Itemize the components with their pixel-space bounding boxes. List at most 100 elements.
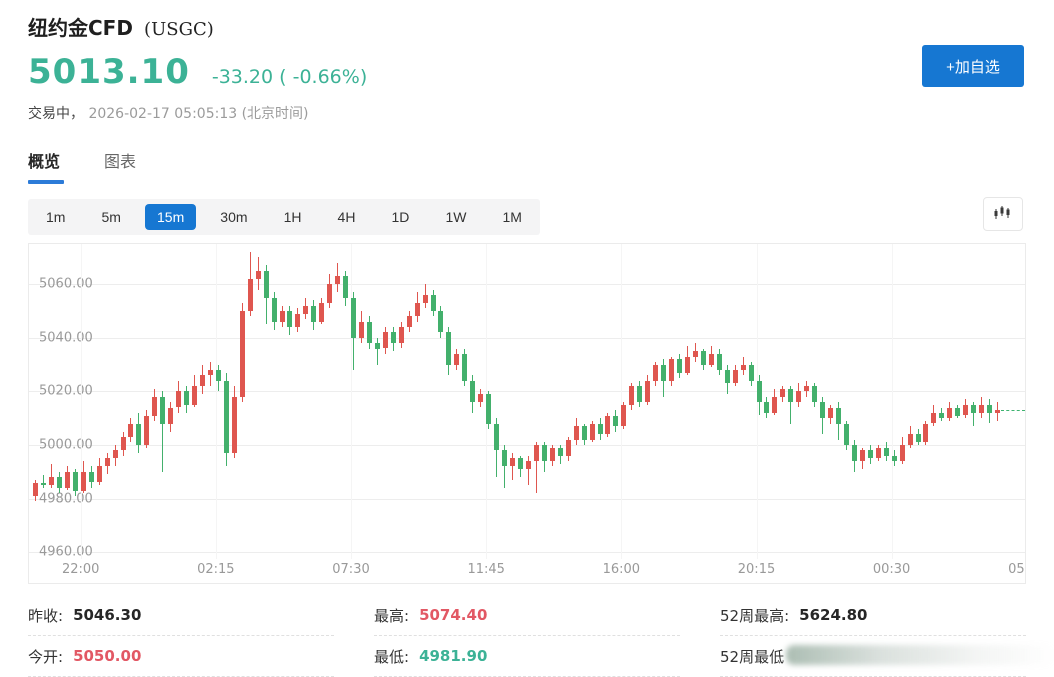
chart-type-button[interactable] — [983, 197, 1023, 231]
candle-body — [248, 279, 253, 311]
candle-body — [121, 437, 126, 450]
candle-body — [828, 408, 833, 419]
candle-body — [653, 365, 658, 381]
candle-body — [208, 370, 213, 375]
candle-body — [526, 461, 531, 469]
period-1d[interactable]: 1D — [379, 204, 421, 230]
candle-body — [327, 284, 332, 303]
price-change: -33.20 ( -0.66%) — [212, 66, 367, 88]
y-axis-label: 5020.00 — [39, 384, 93, 399]
candle-body — [757, 381, 762, 402]
candle-body — [582, 426, 587, 439]
candle-body — [955, 408, 960, 416]
candle-body — [502, 450, 507, 466]
stat-open-value: 5050.00 — [73, 647, 141, 665]
stat-52w-low-label: 52周最低 — [720, 646, 784, 667]
candle-body — [176, 391, 181, 407]
candle-body — [240, 311, 245, 397]
candle-body — [637, 386, 642, 402]
add-watchlist-button[interactable]: +加自选 — [922, 45, 1024, 87]
candle-body — [542, 445, 547, 461]
candle-body — [462, 354, 467, 381]
tab-overview[interactable]: 概览 — [28, 148, 60, 184]
stat-prev-close-value: 5046.30 — [73, 606, 141, 624]
candle-body — [454, 354, 459, 365]
candle-body — [415, 303, 420, 316]
candle-body — [367, 322, 372, 343]
candlestick-plot[interactable]: 5060.005040.005020.005000.004980.004960.… — [29, 244, 1025, 559]
candle-body — [923, 424, 928, 443]
period-1m[interactable]: 1m — [34, 204, 77, 230]
candle-body — [884, 448, 889, 456]
quote-page: 纽约金CFD (USGC) 5013.10 -33.20 ( -0.66%) 交… — [0, 0, 1054, 677]
candle-body — [144, 416, 149, 446]
candle-body — [311, 306, 316, 322]
period-1w[interactable]: 1W — [433, 204, 478, 230]
candle-body — [470, 381, 475, 402]
stat-open: 今开: 5050.00 — [28, 636, 334, 677]
candle-body — [733, 370, 738, 383]
candle-body — [613, 416, 618, 427]
period-15m[interactable]: 15m — [145, 204, 196, 230]
candle-body — [49, 477, 54, 485]
stat-52w-high: 52周最高: 5624.80 — [720, 595, 1026, 636]
candle-body — [73, 472, 78, 491]
candle-body — [423, 295, 428, 303]
candle-body — [319, 303, 324, 322]
candle-body — [661, 365, 666, 381]
period-1m-month[interactable]: 1M — [490, 204, 533, 230]
candle-body — [804, 386, 809, 391]
stat-52w-high-value: 5624.80 — [799, 606, 867, 624]
current-price-line — [1001, 410, 1025, 411]
period-30m[interactable]: 30m — [208, 204, 259, 230]
candle-body — [33, 483, 38, 496]
h-gridline — [29, 338, 1025, 339]
candle-body — [693, 351, 698, 356]
candle-body — [995, 410, 1000, 413]
stat-52w-high-label: 52周最高: — [720, 605, 789, 626]
candle-body — [280, 311, 285, 322]
candle-body — [89, 472, 94, 483]
candle-body — [772, 397, 777, 413]
y-axis-label: 5060.00 — [39, 277, 93, 292]
candle-body — [836, 408, 841, 424]
h-gridline — [29, 499, 1025, 500]
candle-body — [916, 434, 921, 442]
candle-body — [812, 386, 817, 402]
candle-body — [65, 472, 70, 488]
tab-overview-label: 概览 — [28, 152, 60, 171]
quote-timestamp: 2026-02-17 05:05:13 (北京时间) — [88, 106, 308, 122]
y-axis-label: 5000.00 — [39, 438, 93, 453]
candle-wick — [377, 338, 378, 365]
stat-open-label: 今开: — [28, 646, 63, 667]
period-1h[interactable]: 1H — [272, 204, 314, 230]
candle-body — [359, 322, 364, 338]
candle-body — [900, 445, 905, 461]
candle-body — [844, 424, 849, 445]
tab-chart-label: 图表 — [104, 152, 136, 171]
stat-low-label: 最低: — [374, 646, 409, 667]
stats-col-1: 昨收: 5046.30 今开: 5050.00 — [28, 595, 334, 677]
candle-body — [963, 405, 968, 416]
candle-body — [788, 389, 793, 402]
candle-body — [780, 389, 785, 397]
candle-body — [860, 450, 865, 461]
candle-body — [852, 445, 857, 461]
candle-body — [701, 351, 706, 364]
x-axis: 22:0002:1507:3011:4516:0020:1500:3005:00 — [29, 559, 1025, 583]
x-axis-label: 16:00 — [603, 562, 640, 577]
candle-body — [216, 370, 221, 381]
period-5m[interactable]: 5m — [90, 204, 133, 230]
tab-chart[interactable]: 图表 — [104, 148, 136, 184]
candle-body — [184, 391, 189, 404]
candle-body — [152, 397, 157, 416]
candle-body — [446, 332, 451, 364]
candle-body — [725, 370, 730, 383]
candle-body — [876, 448, 881, 459]
candle-body — [105, 458, 110, 466]
instrument-header: 纽约金CFD (USGC) — [28, 12, 214, 41]
x-axis-label: 11:45 — [467, 562, 504, 577]
candle-body — [57, 477, 62, 488]
period-4h[interactable]: 4H — [326, 204, 368, 230]
stat-prev-close-label: 昨收: — [28, 605, 63, 626]
